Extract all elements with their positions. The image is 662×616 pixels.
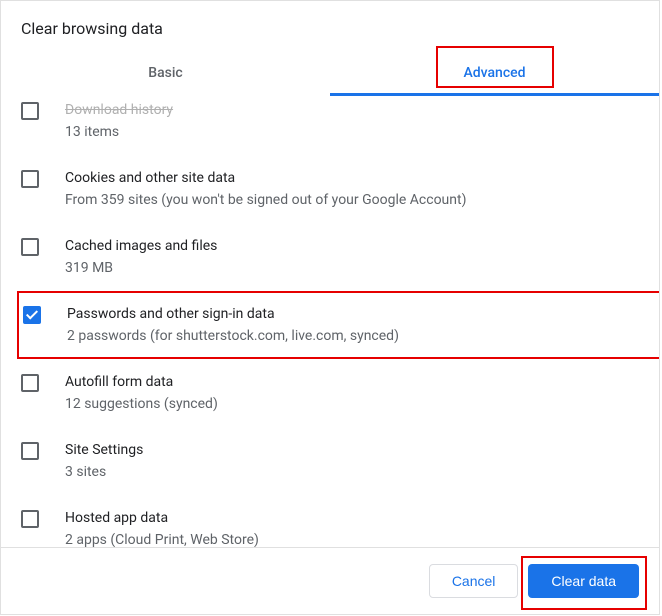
item-sub: 13 items: [65, 122, 639, 142]
item-site-settings: Site Settings 3 sites: [21, 427, 639, 495]
item-hosted-app: Hosted app data 2 apps (Cloud Print, Web…: [21, 495, 639, 547]
item-cached: Cached images and files 319 MB: [21, 223, 639, 291]
dialog-footer: Cancel Clear data: [1, 548, 659, 614]
item-sub: From 359 sites (you won't be signed out …: [65, 190, 639, 210]
checkbox-cached[interactable]: [21, 238, 39, 256]
clear-data-button[interactable]: Clear data: [528, 564, 639, 598]
item-title: Site Settings: [65, 440, 639, 460]
item-text: Site Settings 3 sites: [65, 440, 639, 482]
scroll-area: Download history 13 items Cookies and ot…: [1, 96, 659, 548]
item-sub: 12 suggestions (synced): [65, 394, 639, 414]
tab-advanced[interactable]: Advanced: [330, 52, 659, 96]
cancel-button[interactable]: Cancel: [429, 564, 519, 598]
item-download-history: Download history 13 items: [21, 96, 639, 155]
item-title: Passwords and other sign-in data: [67, 304, 637, 324]
item-title: Cookies and other site data: [65, 168, 639, 188]
tabs: Basic Advanced: [1, 52, 659, 96]
item-autofill: Autofill form data 12 suggestions (synce…: [21, 359, 639, 427]
item-text: Cached images and files 319 MB: [65, 236, 639, 278]
item-text: Passwords and other sign-in data 2 passw…: [67, 304, 637, 346]
checkbox-download-history[interactable]: [21, 102, 39, 120]
item-sub: 319 MB: [65, 258, 639, 278]
checkbox-hosted-app[interactable]: [21, 510, 39, 528]
item-title: Hosted app data: [65, 508, 639, 528]
item-text: Autofill form data 12 suggestions (synce…: [65, 372, 639, 414]
checkbox-site-settings[interactable]: [21, 442, 39, 460]
item-passwords: Passwords and other sign-in data 2 passw…: [17, 291, 659, 359]
item-sub: 2 passwords (for shutterstock.com, live.…: [67, 326, 637, 346]
item-text: Cookies and other site data From 359 sit…: [65, 168, 639, 210]
tab-advanced-label: Advanced: [463, 65, 525, 81]
item-sub: 2 apps (Cloud Print, Web Store): [65, 530, 639, 547]
checkbox-cookies[interactable]: [21, 170, 39, 188]
checkbox-autofill[interactable]: [21, 374, 39, 392]
item-title: Download history: [65, 100, 639, 120]
item-cookies: Cookies and other site data From 359 sit…: [21, 155, 639, 223]
item-sub: 3 sites: [65, 462, 639, 482]
clear-browsing-data-dialog: Clear browsing data Basic Advanced Downl…: [0, 0, 660, 615]
item-list[interactable]: Download history 13 items Cookies and ot…: [1, 96, 659, 547]
tab-basic[interactable]: Basic: [1, 52, 330, 96]
dialog-title: Clear browsing data: [1, 1, 659, 52]
item-text: Hosted app data 2 apps (Cloud Print, Web…: [65, 508, 639, 547]
item-text: Download history 13 items: [65, 100, 639, 142]
item-title: Autofill form data: [65, 372, 639, 392]
checkbox-passwords[interactable]: [23, 306, 41, 324]
item-title: Cached images and files: [65, 236, 639, 256]
